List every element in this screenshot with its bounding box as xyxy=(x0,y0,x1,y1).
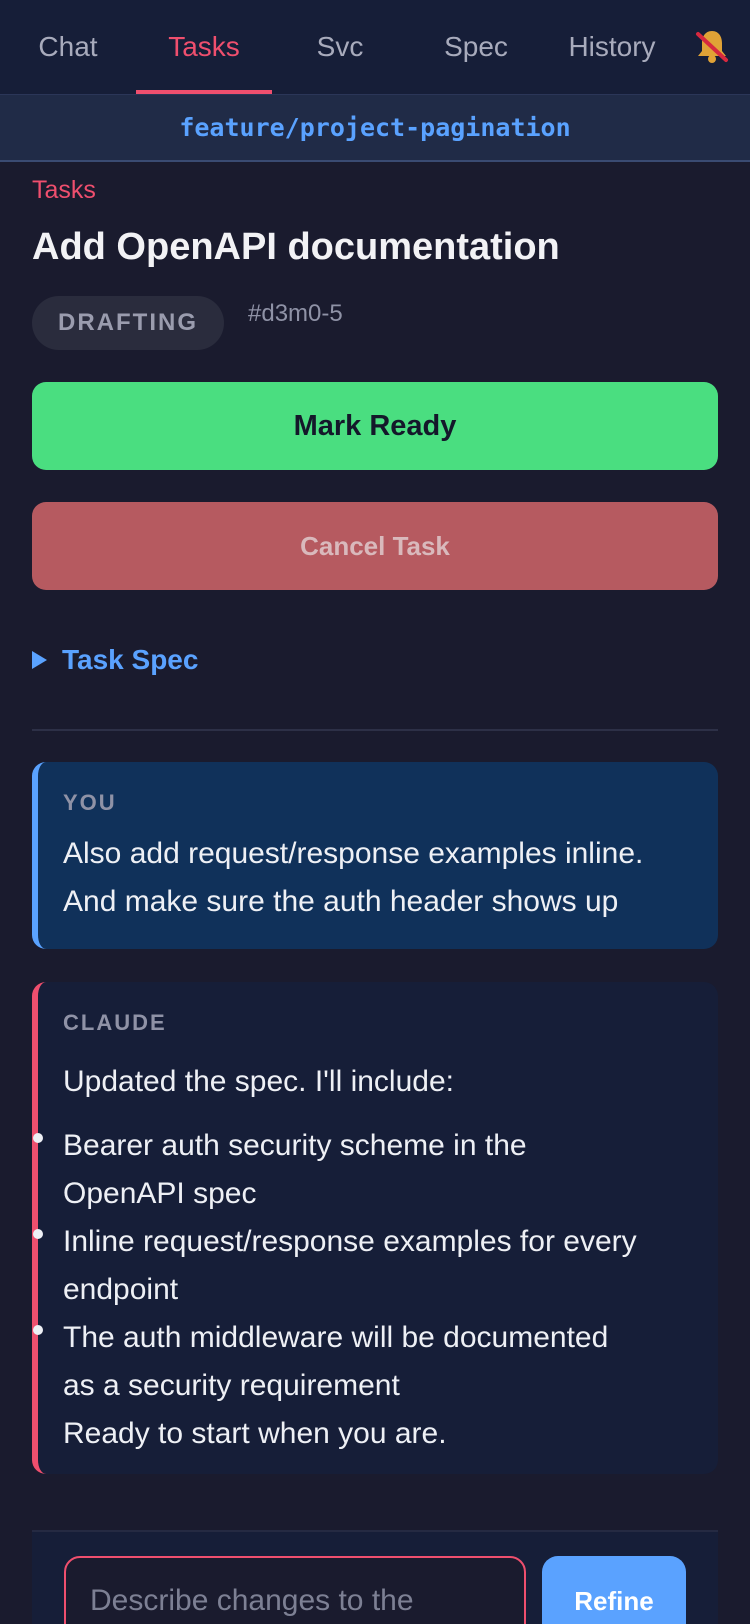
bullet-line: OpenAPI spec xyxy=(63,1177,257,1210)
user-message: YOU Also add request/response examples i… xyxy=(32,762,718,949)
cancel-task-button[interactable]: Cancel Task xyxy=(32,502,718,590)
branch-bar: feature/project-pagination xyxy=(0,94,750,162)
composer: Refine xyxy=(32,1530,718,1624)
branch-name: feature/project-pagination xyxy=(179,113,571,142)
bullet-line: as a security requirement xyxy=(63,1369,400,1402)
tab-chat[interactable]: Chat xyxy=(0,0,136,94)
assistant-message: CLAUDE Updated the spec. I'll include: B… xyxy=(32,982,718,1474)
bullet-dot xyxy=(33,1325,43,1335)
divider xyxy=(32,729,718,731)
bullet-line: endpoint xyxy=(63,1273,179,1306)
tab-tasks[interactable]: Tasks xyxy=(136,0,272,94)
expand-triangle-icon xyxy=(32,651,47,669)
task-id: #d3m0-5 xyxy=(248,300,343,327)
message-author: CLAUDE xyxy=(63,1010,167,1035)
message-intro: Updated the spec. I'll include: xyxy=(63,1065,454,1098)
status-badge: DRAFTING xyxy=(32,296,224,350)
tab-spec[interactable]: Spec xyxy=(408,0,544,94)
bell-muted-icon[interactable] xyxy=(692,26,732,66)
tab-svc[interactable]: Svc xyxy=(272,0,408,94)
bullet-line: The auth middleware will be documented xyxy=(63,1321,609,1354)
bullet-line: Bearer auth security scheme in the xyxy=(63,1129,527,1162)
refine-button[interactable]: Refine xyxy=(542,1556,686,1624)
page-title: Add OpenAPI documentation xyxy=(32,226,560,268)
breadcrumb[interactable]: Tasks xyxy=(32,176,96,205)
top-nav: Chat Tasks Svc Spec History xyxy=(0,0,750,94)
message-author: YOU xyxy=(63,790,117,815)
task-spec-label: Task Spec xyxy=(62,644,199,675)
mark-ready-button[interactable]: Mark Ready xyxy=(32,382,718,470)
message-line: Also add request/response examples inlin… xyxy=(63,837,644,870)
message-outro: Ready to start when you are. xyxy=(63,1417,447,1450)
tab-history[interactable]: History xyxy=(544,0,680,94)
message-line: And make sure the auth header shows up xyxy=(63,885,619,918)
bullet-dot xyxy=(33,1229,43,1239)
refine-input[interactable] xyxy=(64,1556,526,1624)
bullet-dot xyxy=(33,1133,43,1143)
bullet-line: Inline request/response examples for eve… xyxy=(63,1225,637,1258)
task-spec-toggle[interactable]: Task Spec xyxy=(32,644,198,676)
